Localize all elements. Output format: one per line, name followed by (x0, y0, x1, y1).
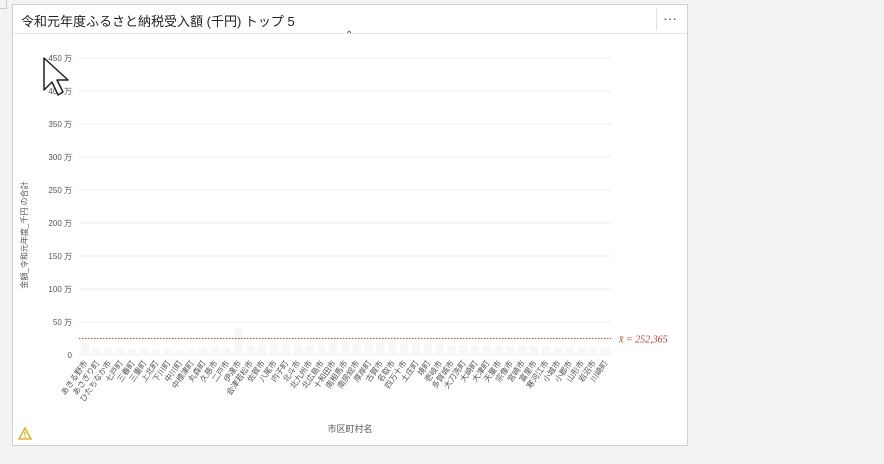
bar[interactable] (293, 345, 302, 355)
bar[interactable] (376, 343, 385, 355)
bar[interactable] (541, 346, 551, 355)
warning-icon[interactable] (18, 427, 32, 440)
bar[interactable] (565, 347, 574, 355)
bar[interactable] (175, 349, 184, 355)
bar[interactable] (435, 344, 444, 355)
y-axis-ticks: 050 万100 万150 万200 万250 万300 万350 万400 万… (48, 54, 72, 360)
bar[interactable] (589, 347, 598, 355)
bar[interactable] (281, 344, 291, 355)
bar[interactable] (518, 345, 527, 355)
bar[interactable] (553, 347, 562, 355)
bar[interactable] (317, 345, 326, 355)
bars (80, 328, 610, 355)
bar[interactable] (411, 343, 421, 355)
bar[interactable] (151, 349, 160, 355)
bar[interactable] (305, 345, 314, 355)
gridlines (79, 57, 611, 356)
bar[interactable] (139, 349, 149, 355)
bar[interactable] (470, 345, 480, 355)
bar[interactable] (447, 345, 456, 355)
x-axis-ticks: あきる野市あさぎり町ひたちなか市七戸町三春町三重町上北町下川町中川町中標津町丸森… (59, 358, 610, 403)
bar[interactable] (482, 345, 492, 355)
y-tick-label: 100 万 (48, 285, 72, 294)
bar[interactable] (459, 345, 468, 355)
bar[interactable] (198, 347, 208, 355)
bar[interactable] (234, 328, 243, 355)
bar[interactable] (423, 344, 432, 355)
bar[interactable] (222, 347, 231, 355)
bar[interactable] (329, 343, 338, 355)
y-tick-label: 200 万 (48, 219, 72, 228)
y-tick-label: 150 万 (48, 252, 72, 261)
bar[interactable] (128, 349, 137, 355)
bar[interactable] (494, 345, 503, 355)
window-corner (0, 0, 7, 9)
bar[interactable] (399, 343, 409, 355)
bar[interactable] (80, 343, 90, 355)
mouse-cursor-icon (43, 57, 69, 96)
bar[interactable] (352, 344, 361, 355)
bar[interactable] (388, 342, 397, 355)
bar[interactable] (92, 348, 101, 355)
y-tick-label: 300 万 (48, 153, 72, 162)
y-axis-label: 金額_令和元年度_千円 の合計 (19, 181, 29, 288)
y-tick-label: 0 (68, 351, 73, 360)
bar-chart: 050 万100 万150 万200 万250 万300 万350 万400 万… (19, 54, 668, 434)
bar[interactable] (163, 349, 172, 355)
y-tick-label: 350 万 (48, 120, 72, 129)
bar[interactable] (600, 347, 610, 355)
y-tick-label: 250 万 (48, 186, 72, 195)
bar[interactable] (210, 347, 220, 355)
bar[interactable] (364, 343, 373, 355)
bar[interactable] (104, 348, 113, 355)
bar[interactable] (530, 346, 539, 355)
bar[interactable] (187, 349, 196, 355)
bar[interactable] (269, 344, 279, 355)
y-tick-label: 50 万 (53, 318, 72, 327)
bar[interactable] (258, 345, 267, 355)
bar[interactable] (246, 345, 255, 355)
bar[interactable] (577, 347, 586, 355)
mean-label: x̄ = 252,365 (618, 334, 668, 345)
x-axis-label: 市区町村名 (327, 423, 372, 434)
visual-card[interactable]: 令和元年度ふるさと納税受入額 (千円) トップ 5 ··· ⌃ 0 50 万 100… (12, 4, 688, 446)
bar[interactable] (116, 348, 125, 355)
bar[interactable] (506, 346, 515, 355)
bar[interactable] (340, 340, 350, 355)
